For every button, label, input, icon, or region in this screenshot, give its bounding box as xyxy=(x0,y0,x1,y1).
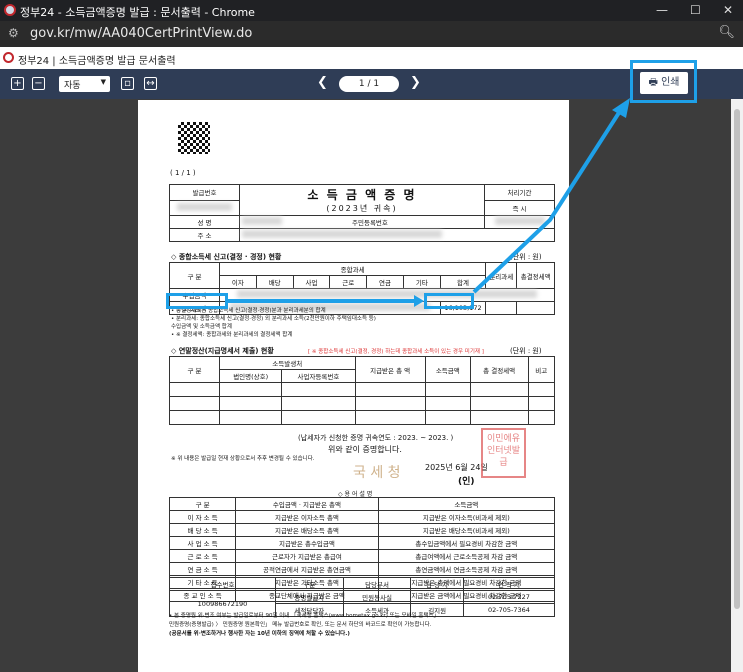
arrow-line-diagonal xyxy=(472,106,624,294)
arrow-head-diagonal xyxy=(612,98,630,118)
arrow-head-horizontal xyxy=(414,295,424,307)
annotation-arrows xyxy=(228,98,630,307)
